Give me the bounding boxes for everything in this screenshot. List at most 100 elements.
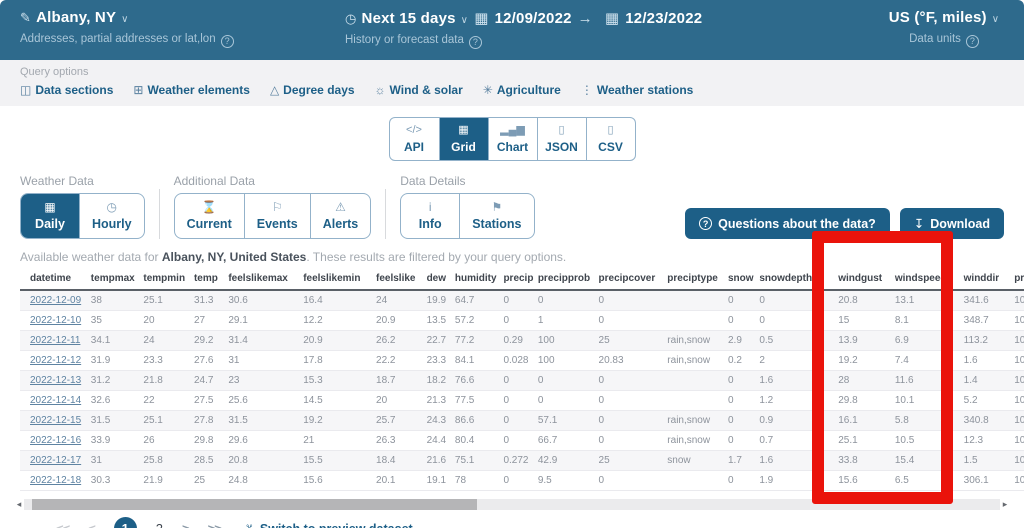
next-page-button[interactable]: >: [182, 521, 189, 528]
scroll-left-arrow[interactable]: ◂: [14, 499, 24, 510]
hourglass-icon: ⌛: [187, 200, 232, 215]
help-icon[interactable]: ?: [469, 36, 482, 49]
scrollbar-thumb[interactable]: [32, 499, 477, 510]
cell-precipprob: 0: [538, 371, 599, 391]
daily-button[interactable]: ▦Daily: [21, 194, 79, 238]
cell-precipcover: 0: [599, 411, 668, 431]
table-row: 2022-12-173125.828.520.815.518.421.675.1…: [20, 451, 1024, 471]
units-selector[interactable]: US (°F, miles)∨: [878, 9, 1010, 26]
cell-precipcover: 0: [599, 371, 668, 391]
datetime-link[interactable]: 2022-12-16: [30, 435, 81, 446]
datetime-link[interactable]: 2022-12-18: [30, 475, 81, 486]
prev-page-button[interactable]: <: [88, 521, 95, 528]
page-1-button[interactable]: 1: [114, 517, 137, 528]
chevron-down-icon: ∨: [992, 14, 1000, 25]
cell-precipcover: 25: [599, 331, 668, 351]
cell-dew: 21.6: [427, 451, 455, 471]
help-icon[interactable]: ?: [221, 35, 234, 48]
table-row: 2022-12-1830.321.92524.815.620.119.17809…: [20, 471, 1024, 491]
cell-dew: 19.1: [427, 471, 455, 491]
cell-datetime: 2022-12-12: [20, 351, 91, 371]
cell-tempmin: 25.8: [143, 451, 194, 471]
file-icon: ▯: [542, 123, 582, 138]
chevron-down-icon: ∨: [121, 14, 129, 25]
events-button[interactable]: ⚐Events: [244, 194, 310, 238]
end-date[interactable]: 12/23/2022: [625, 10, 702, 27]
cell-feelslikemin: 14.5: [303, 391, 376, 411]
cell-precip: 0.29: [503, 331, 537, 351]
info-button[interactable]: iInfo: [401, 194, 459, 238]
cell-pr: 10: [1014, 371, 1024, 391]
pagination: << < 1 2 > >> ✂ Switch to preview datase…: [56, 517, 1024, 528]
cell-tempmax: 31.9: [91, 351, 144, 371]
link-wind-solar[interactable]: ☼Wind & solar: [375, 83, 463, 97]
link-weather-elements[interactable]: ⊞Weather elements: [133, 83, 250, 97]
range-selector[interactable]: Next 15 days: [362, 10, 456, 27]
help-icon[interactable]: ?: [966, 35, 979, 48]
cell-precipcover: 25: [599, 451, 668, 471]
tab-json[interactable]: ▯JSON: [537, 118, 586, 160]
cell-feelslikemax: 25.6: [228, 391, 303, 411]
scroll-right-arrow[interactable]: ▸: [1000, 499, 1010, 510]
link-weather-stations[interactable]: ⋮Weather stations: [581, 83, 693, 97]
link-degree-days[interactable]: △Degree days: [270, 83, 355, 97]
datetime-link[interactable]: 2022-12-13: [30, 375, 81, 386]
cell-winddir: 348.7: [964, 311, 1015, 331]
query-options-band: Query options ◫Data sections ⊞Weather el…: [0, 60, 1024, 106]
tab-label: API: [394, 140, 435, 154]
page-2-button[interactable]: 2: [156, 521, 163, 528]
tab-grid[interactable]: ▦Grid: [439, 118, 488, 160]
cell-winddir: 1.4: [964, 371, 1015, 391]
datetime-link[interactable]: 2022-12-17: [30, 455, 81, 466]
cell-winddir: 341.6: [964, 290, 1015, 311]
cell-windgust: 15.6: [838, 471, 895, 491]
cell-datetime: 2022-12-15: [20, 411, 91, 431]
start-date[interactable]: 12/09/2022: [495, 10, 572, 27]
tab-api[interactable]: </>API: [390, 118, 439, 160]
col-precipprob: precipprob: [538, 267, 599, 290]
current-button[interactable]: ⌛ Current: [175, 194, 244, 238]
datetime-link[interactable]: 2022-12-14: [30, 395, 81, 406]
datetime-link[interactable]: 2022-12-09: [30, 295, 81, 306]
stations-button[interactable]: ⚑Stations: [459, 194, 533, 238]
cell-dew: 23.3: [427, 351, 455, 371]
button-label: Daily: [33, 217, 67, 231]
cell-windgust: 19.2: [838, 351, 895, 371]
cell-precip: 0: [503, 391, 537, 411]
cell-temp: 25: [194, 471, 228, 491]
first-page-button[interactable]: <<: [56, 521, 69, 528]
questions-button[interactable]: ?Questions about the data?: [685, 208, 890, 239]
cell-temp: 29.8: [194, 431, 228, 451]
weather-elements-icon: ⊞: [133, 83, 143, 97]
datetime-link[interactable]: 2022-12-12: [30, 355, 81, 366]
col-temp: temp: [194, 267, 228, 290]
scrollbar-track[interactable]: [24, 499, 1000, 510]
cell-datetime: 2022-12-18: [20, 471, 91, 491]
cell-snowdepth: 1.2: [759, 391, 838, 411]
cell-windgust: 33.8: [838, 451, 895, 471]
location-selector[interactable]: ✎Albany, NY∨: [20, 9, 234, 26]
link-data-sections[interactable]: ◫Data sections: [20, 83, 113, 97]
datetime-link[interactable]: 2022-12-15: [30, 415, 81, 426]
link-agriculture[interactable]: ✳Agriculture: [483, 83, 561, 97]
last-page-button[interactable]: >>: [208, 521, 221, 528]
cell-preciptype: [667, 311, 728, 331]
button-label: Current: [187, 217, 232, 231]
col-snow: snow: [728, 267, 759, 290]
cell-snow: 0: [728, 311, 759, 331]
alerts-button[interactable]: ⚠Alerts: [310, 194, 370, 238]
hourly-button[interactable]: ◷Hourly: [79, 194, 144, 238]
tab-csv[interactable]: ▯CSV: [586, 118, 635, 160]
weather-data-group: Weather Data ▦Daily ◷Hourly: [20, 174, 145, 239]
download-button[interactable]: ↧Download: [900, 208, 1004, 239]
datetime-link[interactable]: 2022-12-11: [30, 335, 80, 346]
daterange-group: ◷Next 15 days∨▦12/09/2022→▦12/23/2022 Hi…: [345, 9, 702, 49]
cell-preciptype: [667, 391, 728, 411]
tab-chart[interactable]: ▂▄▆Chart: [488, 118, 537, 160]
cell-feelslikemax: 24.8: [228, 471, 303, 491]
cell-pr: 10: [1014, 311, 1024, 331]
cell-feelslikemax: 20.8: [228, 451, 303, 471]
switch-preview-link[interactable]: ✂ Switch to preview dataset: [244, 522, 413, 528]
cell-precip: 0.272: [503, 451, 537, 471]
datetime-link[interactable]: 2022-12-10: [30, 315, 81, 326]
